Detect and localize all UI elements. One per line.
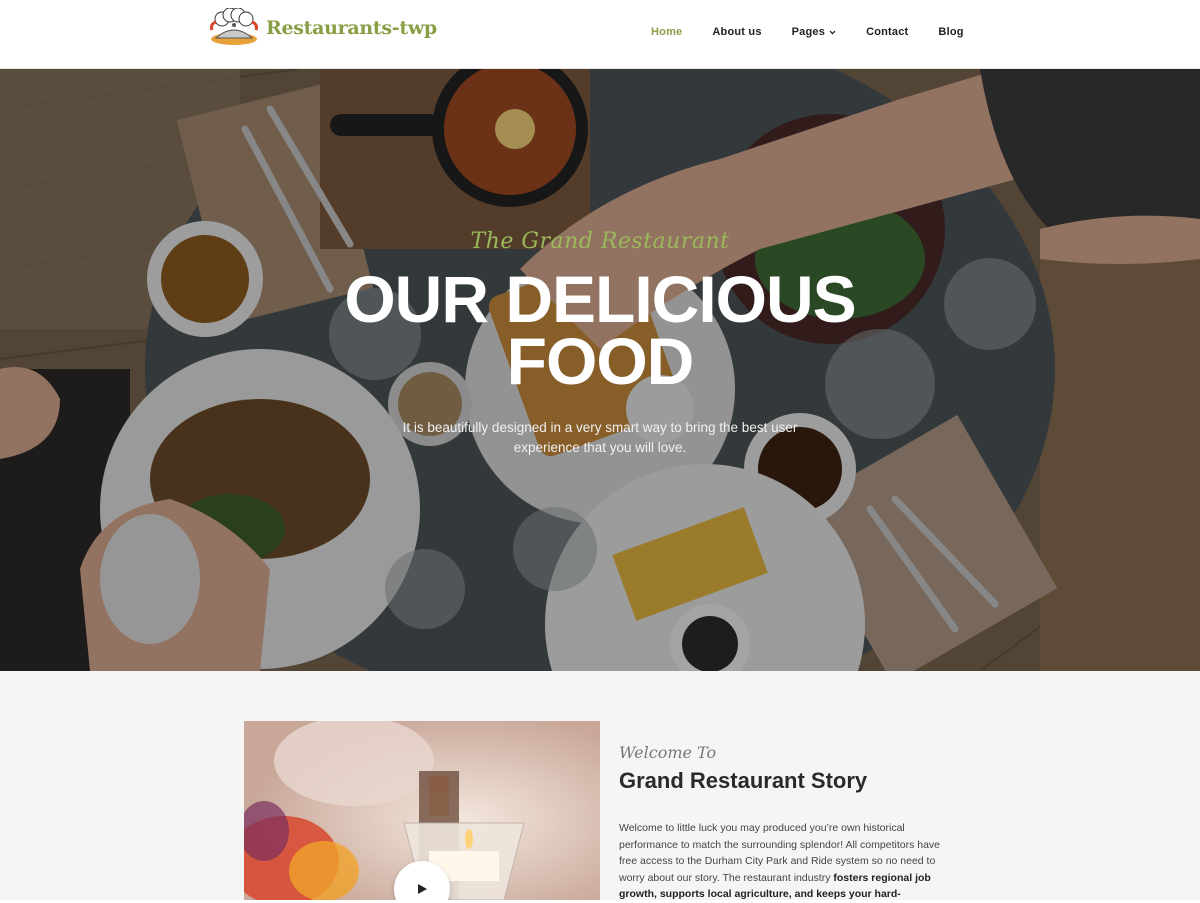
site-logo[interactable]: Restaurants-twp xyxy=(208,8,437,48)
nav-item-blog[interactable]: Blog xyxy=(923,26,978,38)
story-kicker: Welcome To xyxy=(619,743,717,762)
chef-hat-logo-icon xyxy=(210,8,258,45)
nav-item-pages[interactable]: Pages xyxy=(777,26,851,38)
main-nav: Home About us Pages Contact Blog xyxy=(636,26,979,38)
story-section: Welcome To Grand Restaurant Story Welcom… xyxy=(0,671,1200,900)
hero-kicker: The Grand Restaurant xyxy=(470,229,730,254)
story-body: Welcome to little luck you may produced … xyxy=(619,820,959,903)
story-title: Grand Restaurant Story xyxy=(619,768,868,793)
site-logo-text: Restaurants-twp xyxy=(266,17,437,39)
story-video-thumbnail[interactable] xyxy=(244,721,600,900)
nav-item-home[interactable]: Home xyxy=(636,26,697,38)
play-icon xyxy=(418,884,427,894)
story-text: Welcome To Grand Restaurant Story Welcom… xyxy=(619,743,959,903)
nav-item-label: Home xyxy=(651,26,683,38)
nav-item-about-us[interactable]: About us xyxy=(697,26,776,38)
hero-content: The Grand Restaurant OUR DELICIOUS FOOD … xyxy=(300,229,900,458)
hero-subtitle: It is beautifully designed in a very sma… xyxy=(402,420,798,455)
nav-item-contact[interactable]: Contact xyxy=(851,26,923,38)
nav-item-label: About us xyxy=(712,26,762,38)
nav-item-label: Pages xyxy=(791,26,826,38)
hero-title-line-2: FOOD xyxy=(506,324,695,398)
hero-banner: The Grand Restaurant OUR DELICIOUS FOOD … xyxy=(0,69,1200,671)
hero-title: OUR DELICIOUS FOOD xyxy=(300,266,900,394)
chevron-down-icon xyxy=(829,30,836,34)
nav-item-label: Contact xyxy=(866,26,909,38)
site-header: Restaurants-twp Home About us Pages Cont… xyxy=(0,0,1200,69)
nav-item-label: Blog xyxy=(938,26,964,38)
